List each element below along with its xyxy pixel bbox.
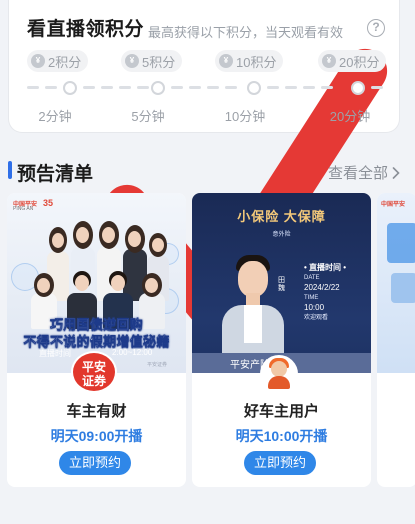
points-card: 看直播领积分 最高获得以下积分，当天观看有效 ? ¥ 2积分 ¥ 5积分 ¥ 1… (8, 0, 400, 332)
points-subtitle: 最高获得以下积分，当天观看有效 (148, 25, 344, 40)
preview-card[interactable]: 中国平安 PING AN 35 巧用国债逆回购 不得不说的假期增值秘籍 直播时间… (7, 193, 186, 487)
live-thumbnail[interactable]: 中国平安 PING AN 35 巧用国债逆回购 不得不说的假期增值秘籍 直播时间… (7, 193, 186, 373)
host-avatar (260, 355, 298, 393)
preview-card[interactable]: 小保险 大保障 意外险 田 魏 • 直播时间 • DATE 2024/2/22 … (192, 193, 371, 487)
preview-card[interactable]: 中国平安 (377, 193, 415, 487)
live-thumbnail[interactable]: 小保险 大保障 意外险 田 魏 • 直播时间 • DATE 2024/2/22 … (192, 193, 371, 373)
coin-icon: ¥ (219, 54, 233, 68)
points-tier-chips: ¥ 2积分 ¥ 5积分 ¥ 10积分 ¥ 20积分 (9, 50, 399, 72)
reserve-button[interactable]: 立即预约 (244, 451, 316, 475)
tier-chip: ¥ 10积分 (215, 50, 284, 72)
live-thumbnail[interactable]: 中国平安 (377, 193, 415, 373)
tier-minutes: 20分钟 (329, 109, 371, 124)
view-all-link[interactable]: 查看全部 (328, 162, 400, 183)
thumbnail-headline: 不得不说的假期增值秘籍 (23, 334, 170, 349)
progress-node (151, 81, 165, 95)
reserve-button[interactable]: 立即预约 (59, 451, 131, 475)
tier-minutes: 5分钟 (131, 109, 165, 124)
program-time: 明天09:00开播 (50, 428, 143, 444)
section-title: 预告清单 (17, 164, 94, 185)
coin-icon: ¥ (125, 54, 139, 68)
program-name: 好车主用户 (243, 403, 319, 420)
coin-icon: ¥ (31, 54, 45, 68)
tier-minutes: 2分钟 (38, 109, 72, 124)
section-accent-bar (8, 161, 12, 179)
progress-node (63, 81, 77, 95)
tier-chip: ¥ 2积分 (27, 50, 89, 72)
tier-chip: ¥ 5积分 (121, 50, 183, 72)
tier-minutes: 10分钟 (224, 109, 266, 124)
progress-node (351, 81, 365, 95)
thumbnail-headline: 小保险 大保障 (237, 209, 326, 224)
chevron-right-icon (392, 166, 400, 179)
program-time: 明天10:00开播 (235, 428, 328, 444)
tier-chip: ¥ 20积分 (318, 50, 387, 72)
progress-track (27, 81, 383, 95)
program-name: 车主有财 (66, 403, 127, 420)
progress-node (247, 81, 261, 95)
help-icon[interactable]: ? (367, 19, 385, 37)
thumbnail-info: • 直播时间 • DATE 2024/2/22 TIME 10:00 欢迎观看 (304, 263, 347, 321)
pingan-securities-badge: 平安 证券 (71, 351, 117, 393)
anniversary-logo: 35 (43, 198, 54, 208)
coin-icon: ¥ (322, 54, 336, 68)
